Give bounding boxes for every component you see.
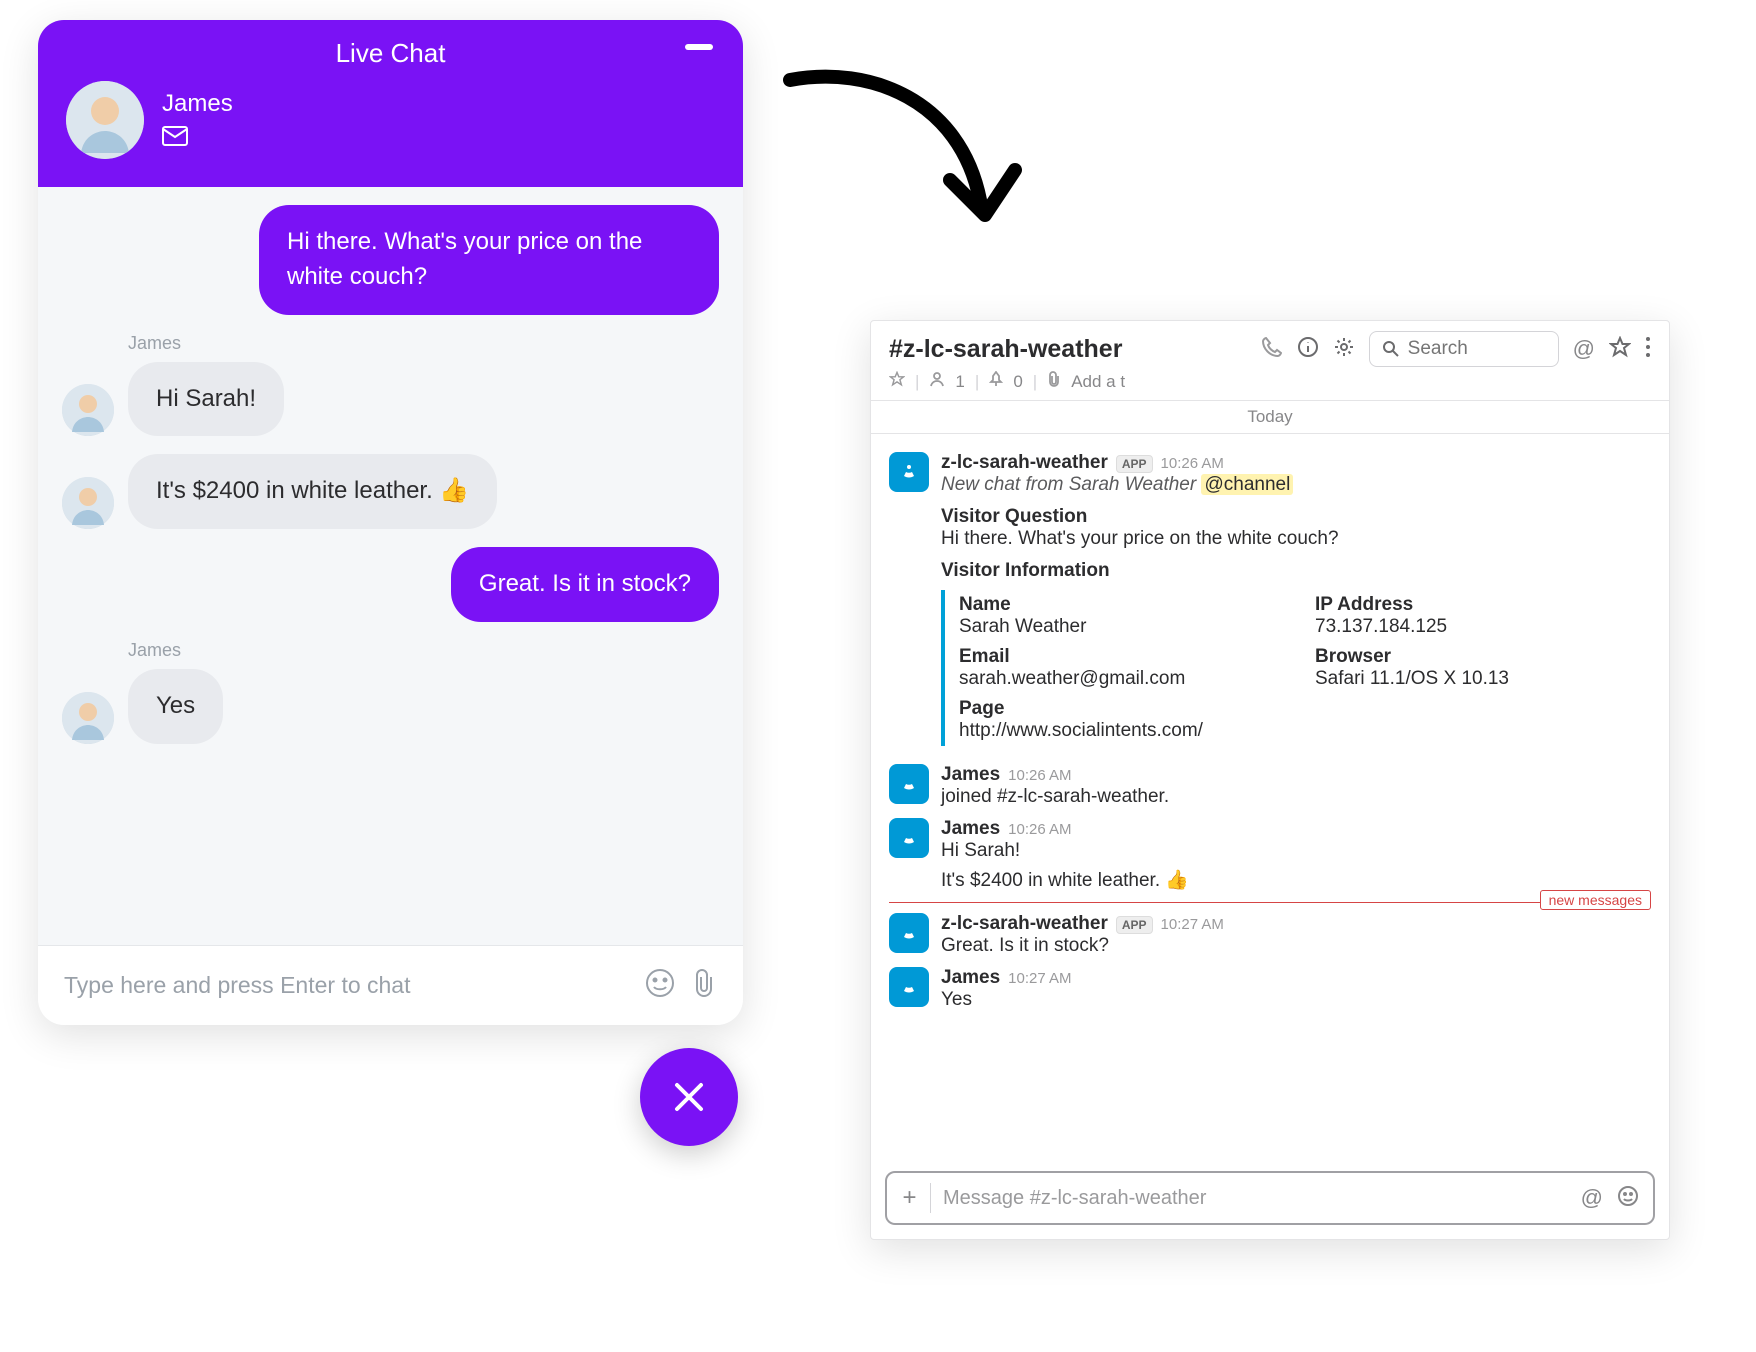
message-text: Yes xyxy=(941,989,1651,1011)
slack-message: z-lc-sarah-weather APP 10:27 AM Great. I… xyxy=(889,913,1651,957)
message-text: Great. Is it in stock? xyxy=(941,935,1651,957)
arrow-icon xyxy=(780,60,1040,260)
pin-icon[interactable] xyxy=(989,371,1003,392)
slack-panel: #z-lc-sarah-weather @ xyxy=(870,320,1670,1240)
slack-message: James 10:26 AM Hi Sarah! It's $2400 in w… xyxy=(889,818,1651,892)
incoming-message: Hi Sarah! xyxy=(128,362,284,437)
info-browser-value: Safari 11.1/OS X 10.13 xyxy=(1315,668,1651,690)
close-icon xyxy=(669,1077,709,1117)
info-email-label: Email xyxy=(959,646,1295,668)
agent-avatar-small xyxy=(62,384,114,436)
message-time: 10:26 AM xyxy=(1161,455,1224,472)
agent-avatar xyxy=(66,81,144,159)
info-browser-label: Browser xyxy=(1315,646,1651,668)
slack-message: James 10:27 AM Yes xyxy=(889,967,1651,1011)
chat-input-bar xyxy=(38,945,743,1025)
slack-message: z-lc-sarah-weather APP 10:26 AM New chat… xyxy=(889,452,1651,754)
pin-count: 0 xyxy=(1013,372,1022,392)
members-icon[interactable] xyxy=(929,371,945,392)
more-icon[interactable] xyxy=(1645,336,1651,363)
live-chat-widget: Live Chat James xyxy=(38,20,743,1025)
incoming-message: Yes xyxy=(128,669,223,744)
chat-message-input[interactable] xyxy=(64,972,629,999)
message-time: 10:26 AM xyxy=(1008,767,1071,784)
app-avatar xyxy=(889,764,929,804)
app-avatar xyxy=(889,913,929,953)
info-icon[interactable] xyxy=(1297,336,1319,363)
new-messages-label: new messages xyxy=(1540,890,1651,910)
agent-name: James xyxy=(162,90,233,118)
add-topic-link[interactable]: Add a t xyxy=(1071,372,1125,392)
settings-icon[interactable] xyxy=(1333,336,1355,363)
search-icon xyxy=(1382,340,1400,358)
info-page-label: Page xyxy=(959,698,1651,720)
message-time: 10:26 AM xyxy=(1008,821,1071,838)
message-author: James xyxy=(941,818,1000,840)
agent-avatar-small xyxy=(62,692,114,744)
info-ip-label: IP Address xyxy=(1315,594,1651,616)
message-text: joined #z-lc-sarah-weather. xyxy=(941,786,1651,808)
message-text-extra: It's $2400 in white leather. 👍 xyxy=(941,868,1651,892)
channel-mention[interactable]: @channel xyxy=(1201,474,1293,495)
minimize-button[interactable] xyxy=(685,44,713,50)
chat-title: Live Chat xyxy=(66,38,715,69)
message-author: z-lc-sarah-weather xyxy=(941,452,1108,474)
outgoing-message: Hi there. What's your price on the white… xyxy=(259,205,719,315)
message-author: z-lc-sarah-weather xyxy=(941,913,1108,935)
chat-body: Hi there. What's your price on the white… xyxy=(38,187,743,945)
attachment-small-icon[interactable] xyxy=(1047,371,1061,392)
mention-icon[interactable]: @ xyxy=(1581,1185,1603,1212)
search-input[interactable] xyxy=(1408,338,1518,360)
visitor-question-text: Hi there. What's your price on the white… xyxy=(941,528,1651,550)
app-badge: APP xyxy=(1116,455,1153,473)
channel-name[interactable]: #z-lc-sarah-weather xyxy=(889,335,1122,364)
members-count: 1 xyxy=(955,372,964,392)
sender-label: James xyxy=(128,640,719,661)
slack-header: #z-lc-sarah-weather @ xyxy=(871,321,1669,401)
call-icon[interactable] xyxy=(1261,336,1283,363)
person-icon xyxy=(66,81,144,159)
search-box[interactable] xyxy=(1369,331,1559,367)
app-badge: APP xyxy=(1116,916,1153,934)
compose-bar: + @ xyxy=(885,1171,1655,1225)
info-name-label: Name xyxy=(959,594,1295,616)
info-email-value: sarah.weather@gmail.com xyxy=(959,668,1295,690)
chat-header: Live Chat James xyxy=(38,20,743,187)
compose-input[interactable] xyxy=(943,1187,1569,1210)
message-time: 10:27 AM xyxy=(1008,970,1071,987)
channel-meta: | 1 | 0 | Add a t xyxy=(889,371,1651,392)
mentions-icon[interactable]: @ xyxy=(1573,336,1595,362)
slack-message: James 10:26 AM joined #z-lc-sarah-weathe… xyxy=(889,764,1651,808)
message-time: 10:27 AM xyxy=(1161,916,1224,933)
info-ip-value: 73.137.184.125 xyxy=(1315,616,1651,638)
agent-avatar-small xyxy=(62,477,114,529)
message-author: James xyxy=(941,967,1000,989)
emoji-icon[interactable] xyxy=(645,968,675,1003)
compose-add-button[interactable]: + xyxy=(901,1183,931,1213)
close-chat-button[interactable] xyxy=(640,1048,738,1146)
intro-text: New chat from Sarah Weather xyxy=(941,474,1196,495)
sender-label: James xyxy=(128,333,719,354)
emoji-icon[interactable] xyxy=(1617,1185,1639,1212)
slack-body: z-lc-sarah-weather APP 10:26 AM New chat… xyxy=(871,434,1669,1161)
visitor-info-block: Name Sarah Weather IP Address 73.137.184… xyxy=(941,590,1651,746)
message-author: James xyxy=(941,764,1000,786)
outgoing-message: Great. Is it in stock? xyxy=(451,547,719,622)
app-avatar xyxy=(889,452,929,492)
attachment-icon[interactable] xyxy=(691,968,717,1003)
star-outline-icon[interactable] xyxy=(889,371,905,392)
message-text: Hi Sarah! xyxy=(941,840,1651,862)
date-divider: Today xyxy=(871,401,1669,434)
info-page-value: http://www.socialintents.com/ xyxy=(959,720,1651,742)
new-messages-separator: new messages xyxy=(889,902,1651,903)
visitor-question-heading: Visitor Question xyxy=(941,506,1651,528)
visitor-info-heading: Visitor Information xyxy=(941,560,1651,582)
app-avatar xyxy=(889,818,929,858)
star-icon[interactable] xyxy=(1609,336,1631,363)
info-name-value: Sarah Weather xyxy=(959,616,1295,638)
incoming-message: It's $2400 in white leather. 👍 xyxy=(128,454,497,529)
mail-icon[interactable] xyxy=(162,126,233,151)
app-avatar xyxy=(889,967,929,1007)
